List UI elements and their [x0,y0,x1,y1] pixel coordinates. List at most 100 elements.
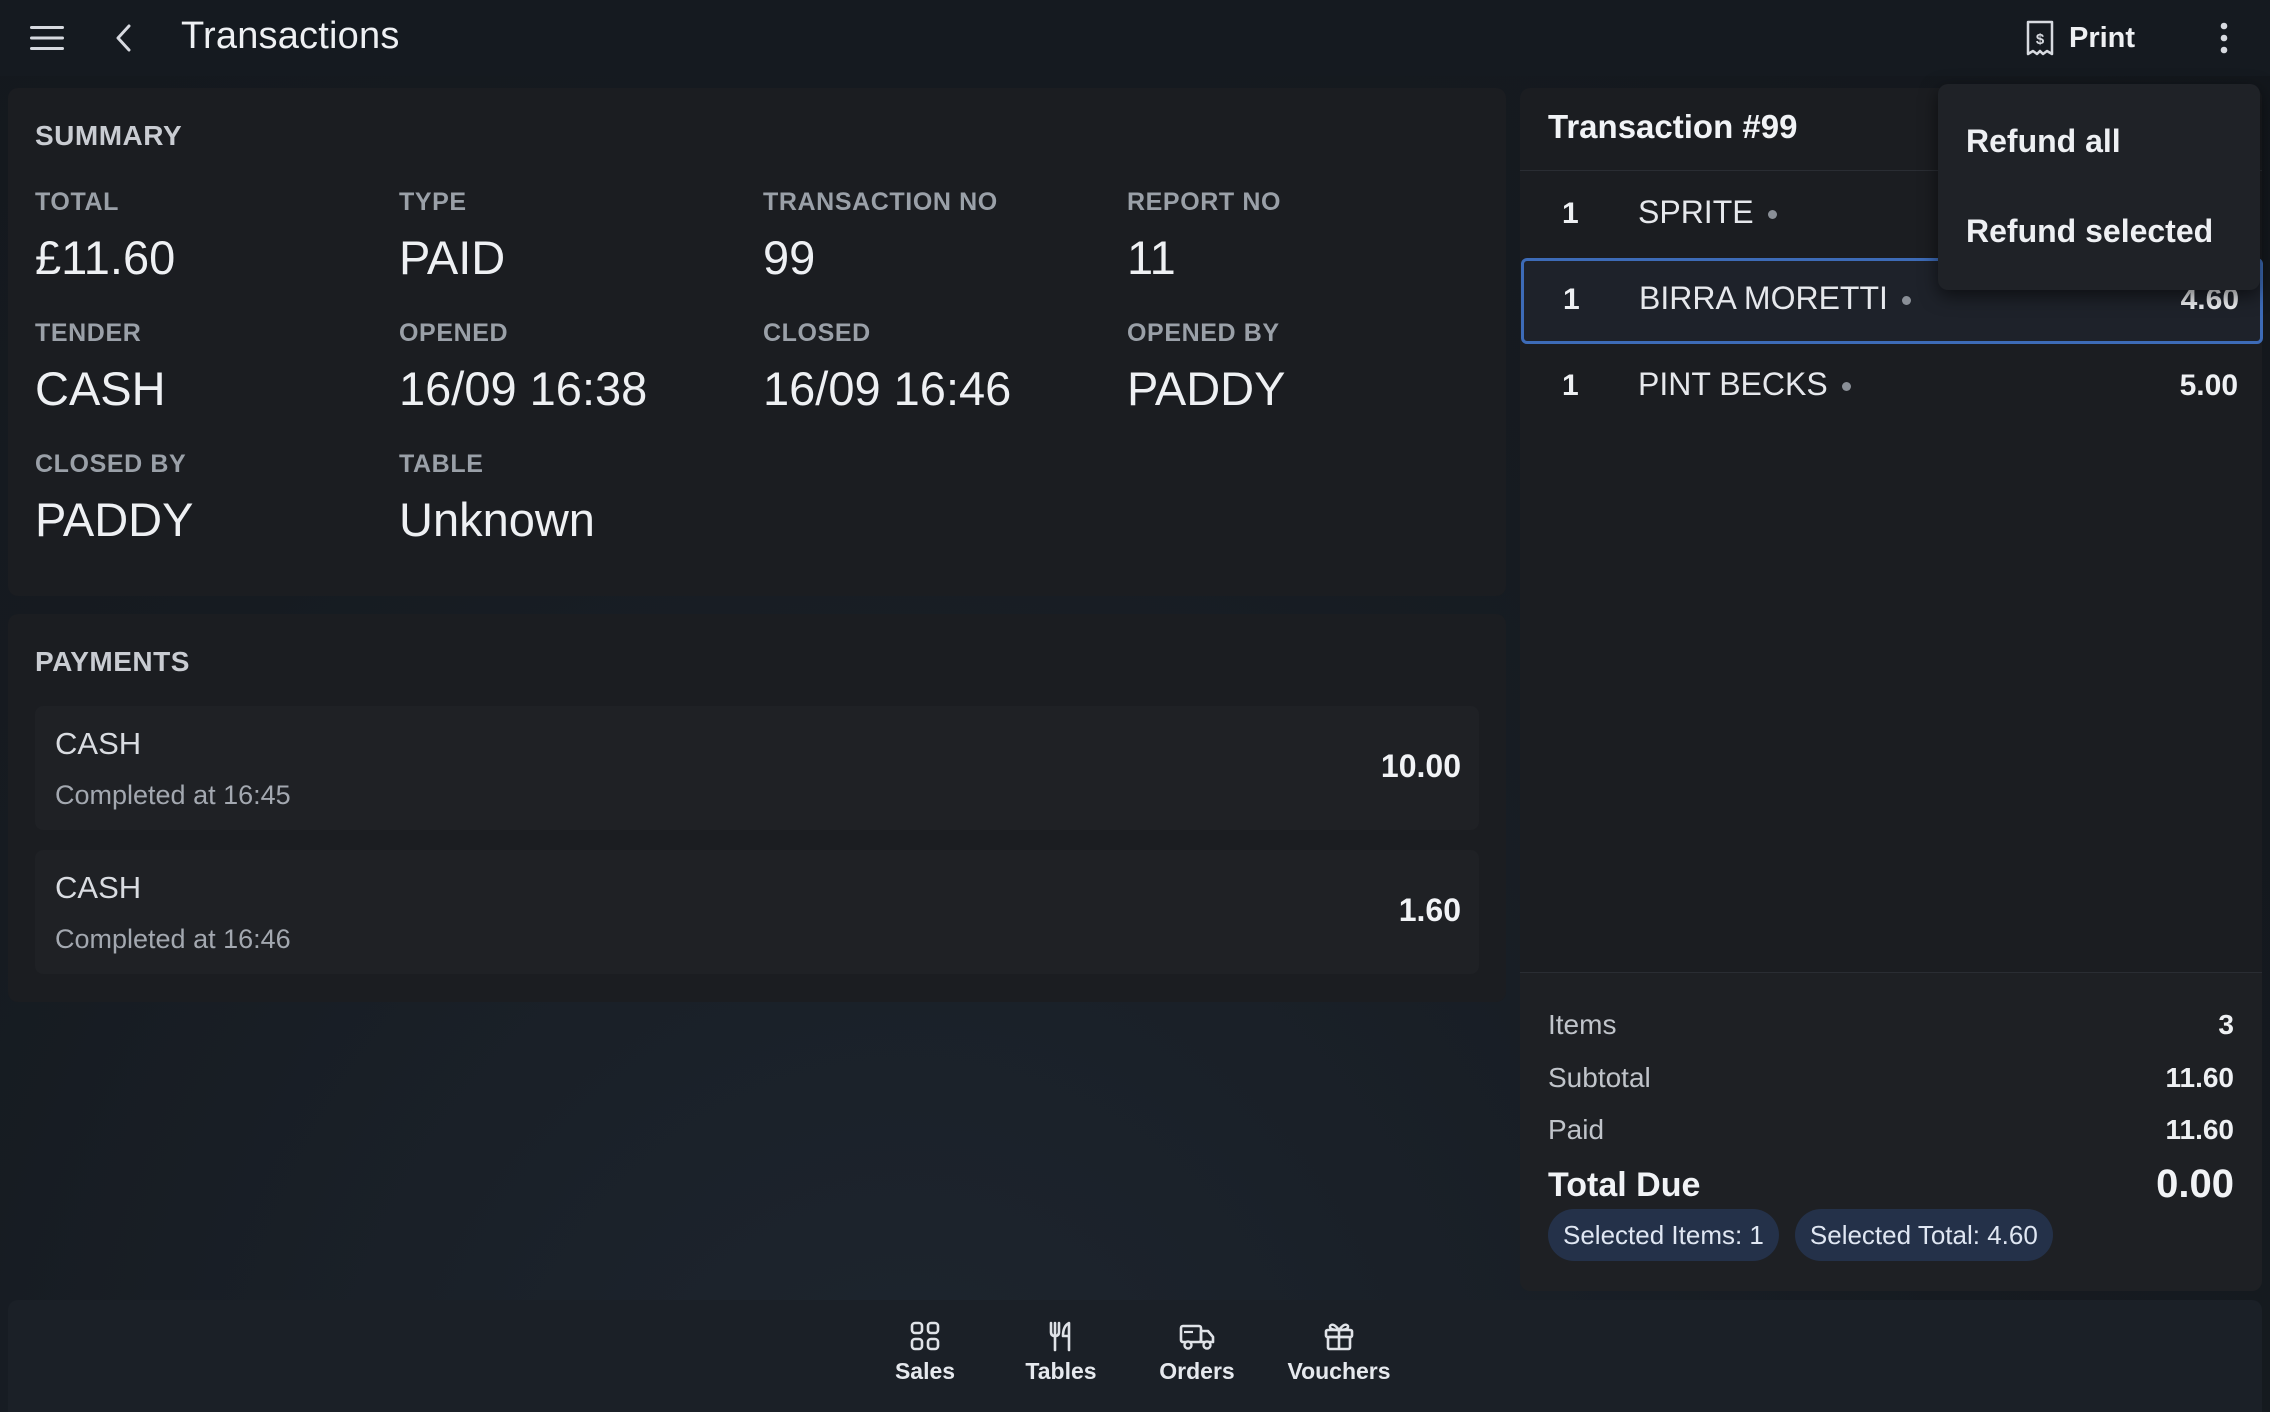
item-price: 5.00 [2179,369,2238,402]
item-name-wrap: SPRITE [1638,194,1777,231]
field-label: TENDER [35,319,142,347]
field-label: CLOSED [763,319,871,347]
payment-row[interactable]: CASH Completed at 16:45 10.00 [35,706,1479,830]
field-value: 16/09 16:46 [763,362,1012,415]
nav-item-vouchers[interactable]: Vouchers [1279,1320,1399,1400]
item-name-wrap: BIRRA MORETTI [1639,280,1911,317]
selected-total-chip: Selected Total: 4.60 [1794,1209,2053,1261]
more-vertical-icon [2220,22,2228,54]
menu-item-refund-selected[interactable]: Refund selected [1938,184,2260,274]
payments-title: PAYMENTS [35,646,190,677]
payment-method: CASH [55,870,142,905]
field-value: CASH [35,362,166,415]
summary-field-report-no: REPORT NO 11 [1127,186,1467,284]
field-value: 11 [1127,231,1176,284]
menu-button[interactable] [18,14,76,62]
bottom-navigation: Sales Tables Orders Vouchers [8,1300,2262,1412]
nav-item-tables[interactable]: Tables [1001,1320,1121,1400]
summary-field-total: TOTAL £11.60 [35,186,375,284]
totals-items-label: Items [1548,1009,1617,1040]
app-root: Transactions $ Print SUMMARY TOTAL £11.6… [0,0,2270,1412]
summary-field-table: TABLE Unknown [399,448,739,546]
payment-method: CASH [55,726,142,761]
field-value: 99 [763,231,816,284]
selection-chips: Selected Items: 1 Selected Total: 4.60 [1548,1209,2053,1261]
menu-item-label: Refund all [1966,123,2121,159]
cutlery-icon [1049,1321,1071,1352]
refund-dropdown-menu: Refund all Refund selected [1938,84,2260,290]
payment-amount: 1.60 [1398,892,1461,928]
back-button[interactable] [100,14,148,62]
receipt-icon: $ [2026,20,2054,56]
more-options-button[interactable] [2200,14,2248,62]
nav-item-sales[interactable]: Sales [865,1320,985,1400]
summary-field-opened: OPENED 16/09 16:38 [399,317,739,415]
field-label: TABLE [399,450,484,478]
field-label: TYPE [399,188,467,216]
transaction-title: Transaction #99 [1548,108,1798,145]
payment-time: Completed at 16:45 [55,780,291,810]
payment-amount: 10.00 [1380,748,1461,784]
nav-item-orders[interactable]: Orders [1137,1320,1257,1400]
selected-items-chip: Selected Items: 1 [1548,1209,1779,1261]
grid-icon [910,1321,940,1351]
field-label: OPENED [399,319,509,347]
nav-label: Tables [1025,1358,1097,1384]
top-bar: Transactions $ Print [0,0,2270,76]
totals-due-value: 0.00 [2156,1162,2234,1206]
dot-icon [1901,296,1911,306]
nav-label: Orders [1159,1358,1235,1384]
field-value: PAID [399,231,506,284]
field-label: TOTAL [35,188,120,216]
item-name: BIRRA MORETTI [1639,280,1888,316]
field-value: PADDY [35,493,194,546]
print-label: Print [2069,21,2136,54]
nav-label: Vouchers [1287,1358,1391,1384]
item-qty: 1 [1563,283,1580,316]
item-qty: 1 [1562,197,1579,230]
hamburger-menu-icon [30,26,64,50]
totals-paid-value: 11.60 [2165,1114,2234,1145]
summary-field-type: TYPE PAID [399,186,739,284]
field-value: Unknown [399,493,595,546]
menu-item-label: Refund selected [1966,213,2214,249]
summary-field-closed: CLOSED 16/09 16:46 [763,317,1103,415]
item-name: SPRITE [1638,194,1754,230]
payment-time: Completed at 16:46 [55,924,291,954]
field-value: 16/09 16:38 [399,362,648,415]
summary-title: SUMMARY [35,120,183,151]
totals-subtotal-label: Subtotal [1548,1062,1651,1093]
summary-field-opened-by: OPENED BY PADDY [1127,317,1467,415]
summary-card: SUMMARY TOTAL £11.60 TYPE PAID TRANSACTI… [8,88,1506,596]
item-name-wrap: PINT BECKS [1638,366,1851,403]
field-value: £11.60 [35,231,176,284]
totals-paid-label: Paid [1548,1114,1605,1145]
item-name: PINT BECKS [1638,366,1828,402]
field-label: CLOSED BY [35,450,187,478]
dot-icon [1767,210,1777,220]
payment-row[interactable]: CASH Completed at 16:46 1.60 [35,850,1479,974]
totals-items-value: 3 [2218,1009,2234,1040]
field-value: PADDY [1127,362,1286,415]
field-label: REPORT NO [1127,188,1282,216]
gift-icon [1324,1323,1354,1351]
payments-card: PAYMENTS CASH Completed at 16:45 10.00 C… [8,614,1506,1002]
summary-field-tender: TENDER CASH [35,317,375,415]
item-qty: 1 [1562,369,1579,402]
print-button[interactable]: $ Print [2025,14,2155,62]
summary-field-transaction-no: TRANSACTION NO 99 [763,186,1103,284]
field-label: TRANSACTION NO [763,188,998,216]
totals-section: Items 3 Subtotal 11.60 Paid 11.60 Total … [1520,972,2262,1291]
dot-icon [1841,382,1851,392]
totals-subtotal-value: 11.60 [2165,1062,2234,1093]
menu-item-refund-all[interactable]: Refund all [1938,94,2260,184]
nav-label: Sales [894,1358,956,1384]
totals-due-label: Total Due [1548,1166,1701,1204]
summary-field-closed-by: CLOSED BY PADDY [35,448,375,546]
svg-text:$: $ [2036,31,2045,48]
page-title: Transactions [181,15,400,57]
truck-icon [1179,1324,1215,1350]
order-item-row[interactable]: 1 PINT BECKS 5.00 [1520,344,2262,428]
field-label: OPENED BY [1127,319,1280,347]
chevron-left-icon [116,24,131,52]
